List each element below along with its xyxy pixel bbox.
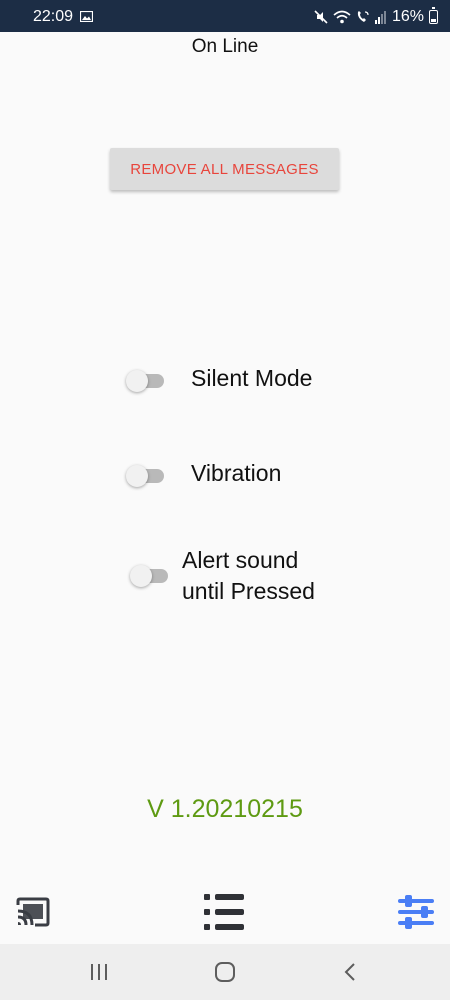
alert-sound-switch[interactable] (130, 564, 170, 588)
switch-thumb (126, 465, 148, 487)
version-label: V 1.20210215 (147, 795, 303, 823)
list-icon (204, 894, 244, 930)
nav-settings-button[interactable] (381, 880, 450, 944)
recent-apps-icon (91, 964, 107, 980)
back-button[interactable] (330, 958, 370, 986)
silent-mode-label: Silent Mode (191, 365, 313, 391)
settings-sliders-icon (398, 895, 434, 929)
bottom-nav (0, 880, 450, 944)
vibration-switch[interactable] (126, 464, 166, 488)
cast-icon (16, 897, 50, 927)
alert-sound-label-line2: until Pressed (182, 578, 315, 604)
remove-all-messages-button[interactable]: REMOVE ALL MESSAGES (110, 148, 339, 190)
home-button[interactable] (205, 958, 245, 986)
switch-thumb (130, 565, 152, 587)
mute-icon (314, 10, 328, 24)
back-icon (344, 963, 355, 981)
alert-sound-label-line1: Alert sound (182, 547, 299, 573)
silent-mode-switch[interactable] (126, 369, 166, 393)
alert-sound-label: Alert sound until Pressed (182, 545, 315, 607)
status-time: 22:09 (33, 8, 74, 25)
wifi-calling-icon (357, 11, 369, 22)
battery-icon (429, 7, 438, 24)
home-icon (215, 962, 235, 982)
recent-apps-button[interactable] (79, 958, 119, 986)
status-icons: 16% (314, 7, 438, 26)
gallery-icon (80, 11, 93, 22)
nav-cast-button[interactable] (0, 880, 68, 944)
vibration-label: Vibration (191, 460, 282, 486)
nav-list-button[interactable] (189, 880, 259, 944)
status-bar: 22:09 16% (0, 0, 450, 32)
battery-percent: 16% (391, 8, 424, 25)
connection-status: On Line (191, 36, 259, 57)
switch-thumb (126, 370, 148, 392)
signal-icon (374, 11, 386, 24)
system-nav-bar (0, 944, 450, 1000)
wifi-icon (333, 10, 351, 24)
